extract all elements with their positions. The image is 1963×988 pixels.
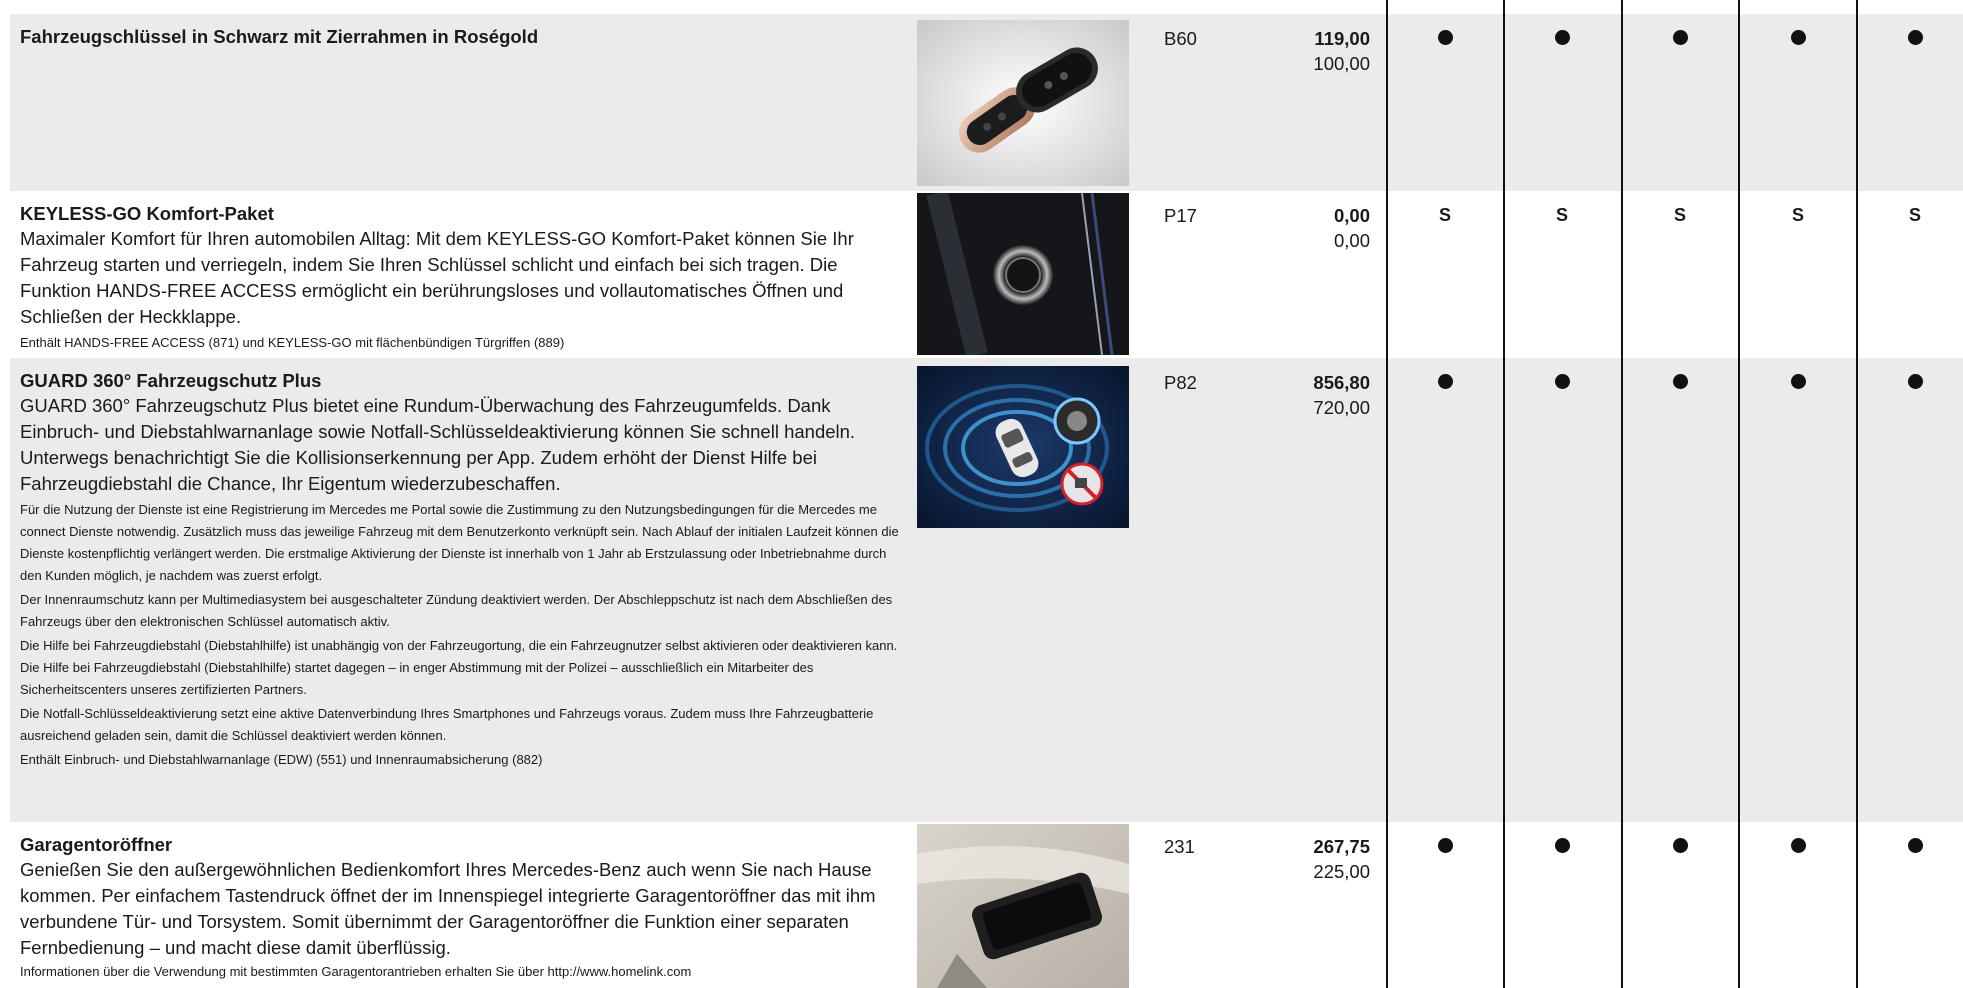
table-row: Garagentoröffner Genießen Sie den außerg… [10,822,1963,988]
price-net: 720,00 [1313,397,1370,418]
start-button-photo [917,193,1129,355]
row-note: Für die Nutzung der Dienste ist eine Reg… [20,502,899,583]
price-gross: 856,80 [1313,372,1370,393]
availability-mark [1542,26,1582,52]
column-divider [1738,0,1740,988]
filled-dot-icon [1790,30,1806,45]
row-description: Fahrzeugschlüssel in Schwarz mit Zierrah… [20,14,910,49]
filled-dot-icon [1790,374,1806,389]
filled-dot-icon [1907,374,1923,389]
availability-mark: S [1673,205,1686,225]
filled-dot-icon [1790,838,1806,853]
filled-dot-icon [1672,838,1688,853]
garage-opener-photo [917,824,1129,988]
filled-dot-icon [1907,838,1923,853]
row-note: Enthält Einbruch- und Diebstahlwarnanlag… [20,752,543,767]
availability-mark [1542,834,1582,860]
row-title: KEYLESS-GO Komfort-Paket [20,203,274,224]
row-body: Maximaler Komfort für Ihren automobilen … [20,228,854,327]
filled-dot-icon [1554,374,1570,389]
option-code: P82 [1164,372,1197,393]
price-gross: 119,00 [1314,28,1370,49]
price-cell: 119,00 100,00 [1250,26,1370,76]
price-gross: 267,75 [1313,836,1370,857]
availability-mark: S [1791,205,1804,225]
availability-mark [1778,834,1818,860]
price-gross: 0,00 [1333,205,1370,226]
row-body: GUARD 360° Fahrzeugschutz Plus bietet ei… [20,395,856,494]
price-cell: 0,00 0,00 [1250,203,1370,253]
option-code: B60 [1164,28,1197,49]
filled-dot-icon [1437,374,1453,389]
column-divider [1621,0,1623,988]
table-row: GUARD 360° Fahrzeugschutz Plus GUARD 360… [10,358,1963,822]
row-note: Enthält HANDS-FREE ACCESS (871) und KEYL… [20,335,565,350]
row-title: GUARD 360° Fahrzeugschutz Plus [20,370,322,391]
row-description: Garagentoröffner Genießen Sie den außerg… [20,822,910,981]
filled-dot-icon [1672,30,1688,45]
table-row: KEYLESS-GO Komfort-Paket Maximaler Komfo… [10,191,1963,358]
availability-mark: S [1438,205,1451,225]
table-row: Fahrzeugschlüssel in Schwarz mit Zierrah… [10,14,1963,191]
row-note: Die Hilfe bei Fahrzeugdiebstahl (Diebsta… [20,638,898,697]
row-note: Informationen über die Verwendung mit be… [20,964,692,979]
price-net: 225,00 [1313,861,1370,882]
option-code: P17 [1164,205,1197,226]
price-cell: 267,75 225,00 [1250,834,1370,884]
row-title: Garagentoröffner [20,834,173,855]
filled-dot-icon [1437,838,1453,853]
availability-mark [1895,370,1935,396]
availability-mark [1542,370,1582,396]
row-note: Der Innenraumschutz kann per Multimedias… [20,592,893,629]
filled-dot-icon [1907,30,1923,45]
row-title: Fahrzeugschlüssel in Schwarz mit Zierrah… [20,26,539,47]
availability-mark [1425,26,1465,52]
availability-mark [1660,834,1700,860]
price-net: 100,00 [1313,53,1370,74]
row-body: Genießen Sie den außergewöhnlichen Bedie… [20,859,876,958]
price-cell: 856,80 720,00 [1250,370,1370,420]
column-divider [1856,0,1858,988]
availability-mark [1778,26,1818,52]
row-note: Die Notfall-Schlüsseldeaktivierung setzt… [20,706,874,743]
filled-dot-icon [1672,374,1688,389]
column-divider [1503,0,1505,988]
filled-dot-icon [1554,838,1570,853]
filled-dot-icon [1554,30,1570,45]
availability-mark [1425,370,1465,396]
key-fob-photo [917,20,1129,186]
availability-mark [1895,834,1935,860]
guard-360-illustration [917,366,1129,528]
row-description: KEYLESS-GO Komfort-Paket Maximaler Komfo… [20,191,910,354]
availability-mark [1895,26,1935,52]
row-description: GUARD 360° Fahrzeugschutz Plus GUARD 360… [20,358,910,771]
option-code: 231 [1164,836,1195,857]
column-divider [1386,0,1388,988]
availability-mark [1425,834,1465,860]
availability-mark [1660,370,1700,396]
price-net: 0,00 [1333,230,1370,251]
availability-mark: S [1908,205,1921,225]
availability-mark [1660,26,1700,52]
availability-mark: S [1555,205,1568,225]
filled-dot-icon [1437,30,1453,45]
availability-mark [1778,370,1818,396]
